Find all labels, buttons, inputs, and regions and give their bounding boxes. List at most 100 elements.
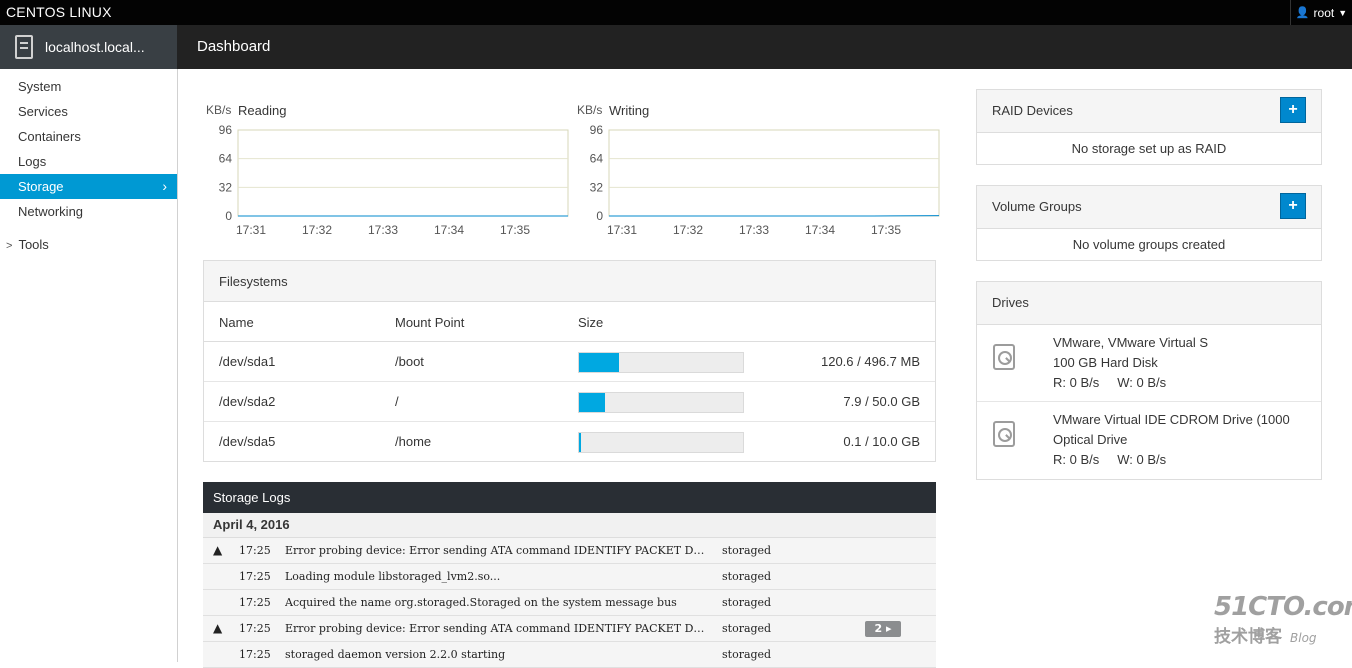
filesystems-title: Filesystems <box>204 261 935 302</box>
drive-description: 100 GB Hard Disk <box>1053 355 1158 370</box>
sidebar-item-label: Containers <box>18 129 81 144</box>
drive-name: VMware Virtual IDE CDROM Drive (1000 <box>1053 412 1290 427</box>
filesystem-size: 7.9 / 50.0 GB <box>843 394 920 409</box>
writing-chart-plot: 966432017:3117:3217:3317:3417:35 <box>574 100 944 240</box>
user-icon: 👤 <box>1296 6 1310 19</box>
y-tick-label: 96 <box>219 123 233 137</box>
log-entry[interactable]: ▲ 17:25 Error probing device: Error sendin… <box>203 616 936 642</box>
drive-write-rate: W: 0 B/s <box>1117 452 1166 467</box>
x-tick-label: 17:31 <box>607 223 637 237</box>
filesystems-panel: Filesystems Name Mount Point Size /dev/s… <box>203 260 936 462</box>
log-source: storaged <box>722 648 771 661</box>
hard-disk-icon <box>993 344 1015 370</box>
sidebar-item-storage[interactable]: Storage› <box>0 174 177 199</box>
usage-bar <box>578 352 744 373</box>
usage-bar-fill <box>579 433 581 452</box>
sidebar-item-label: System <box>18 79 61 94</box>
usage-bar <box>578 392 744 413</box>
column-name: Name <box>219 315 254 330</box>
top-bar: CENTOS LINUX 👤 root ▼ <box>0 0 1352 25</box>
sidebar-item-containers[interactable]: Containers <box>0 124 177 149</box>
x-tick-label: 17:35 <box>500 223 530 237</box>
sidebar-item-tools[interactable]: > Tools <box>0 232 177 257</box>
volume-groups-panel: Volume Groups + No volume groups created <box>976 185 1322 261</box>
table-row[interactable]: /dev/sda5/home0.1 / 10.0 GB <box>204 422 935 462</box>
watermark-line2: 技术博客 <box>1214 627 1282 647</box>
log-time: 17:25 <box>239 622 271 635</box>
reading-chart-plot: 966432017:3117:3217:3317:3417:35 <box>203 100 573 240</box>
drive-write-rate: W: 0 B/s <box>1117 375 1166 390</box>
log-message: Error probing device: Error sending ATA … <box>285 544 705 557</box>
y-tick-label: 64 <box>219 152 233 166</box>
raid-devices-header: RAID Devices + <box>977 90 1321 133</box>
drive-item[interactable]: VMware Virtual IDE CDROM Drive (1000Opti… <box>977 402 1321 479</box>
usage-bar <box>578 432 744 453</box>
column-mount-point: Mount Point <box>395 315 464 330</box>
server-icon <box>15 35 33 59</box>
x-tick-label: 17:34 <box>805 223 835 237</box>
warning-icon: ▲ <box>213 621 222 635</box>
y-tick-label: 96 <box>590 123 604 137</box>
dashboard-link[interactable]: Dashboard <box>197 38 270 55</box>
plot-area <box>238 130 568 216</box>
column-size: Size <box>578 315 603 330</box>
log-source: storaged <box>722 544 771 557</box>
drive-read-rate: R: 0 B/s <box>1053 452 1099 467</box>
volume-groups-title: Volume Groups <box>992 199 1082 214</box>
filesystem-name: /dev/sda1 <box>219 354 275 369</box>
log-entry[interactable]: 17:25storaged daemon version 2.2.0 start… <box>203 642 936 668</box>
drives-panel: Drives VMware, VMware Virtual S100 GB Ha… <box>976 281 1322 480</box>
raid-empty-message: No storage set up as RAID <box>977 133 1321 164</box>
x-tick-label: 17:35 <box>871 223 901 237</box>
log-message: Loading module libstoraged_lvm2.so... <box>285 570 705 583</box>
storage-logs-title[interactable]: Storage Logs <box>203 482 936 513</box>
x-tick-label: 17:33 <box>368 223 398 237</box>
usage-bar-fill <box>579 353 619 372</box>
sidebar-item-label: Tools <box>18 237 48 252</box>
x-tick-label: 17:34 <box>434 223 464 237</box>
host-bar: localhost.local... Dashboard <box>0 25 1352 69</box>
sidebar-item-system[interactable]: System <box>0 74 177 99</box>
table-row[interactable]: /dev/sda1/boot120.6 / 496.7 MB <box>204 342 935 382</box>
log-entry[interactable]: 17:25 Loading module libstoraged_lvm2.so.… <box>203 564 936 590</box>
host-switcher[interactable]: localhost.local... <box>0 25 177 69</box>
y-tick-label: 32 <box>590 180 604 194</box>
log-source: storaged <box>722 570 771 583</box>
y-tick-label: 64 <box>590 152 604 166</box>
filesystem-size: 120.6 / 496.7 MB <box>821 354 920 369</box>
host-name: localhost.local... <box>45 39 145 55</box>
hard-disk-icon <box>993 421 1015 447</box>
sidebar: System Services Containers LogsStorage›Netw… <box>0 69 178 662</box>
user-menu[interactable]: 👤 root ▼ <box>1290 0 1352 25</box>
user-name: root <box>1314 6 1335 20</box>
log-source: storaged <box>722 596 771 609</box>
add-volume-group-button[interactable]: + <box>1280 193 1306 219</box>
usage-bar-fill <box>579 393 605 412</box>
sidebar-item-networking[interactable]: Networking <box>0 199 177 224</box>
drive-item[interactable]: VMware, VMware Virtual S100 GB Hard Disk… <box>977 325 1321 402</box>
chevron-right-icon: › <box>162 174 167 199</box>
chevron-right-icon: > <box>6 240 12 252</box>
watermark: 51CTO.com 技术博客Blog <box>1214 592 1352 647</box>
sidebar-item-logs[interactable]: Logs <box>0 149 177 174</box>
watermark-line1: 51CTO.com <box>1214 592 1352 622</box>
writing-chart: KB/s Writing 966432017:3117:3217:3317:34… <box>574 100 944 240</box>
log-entry[interactable]: ▲17:25Error probing device: Error sendin… <box>203 538 936 564</box>
x-tick-label: 17:32 <box>673 223 703 237</box>
y-tick-label: 32 <box>219 180 233 194</box>
reading-chart: KB/s Reading 966432017:3117:3217:3317:34… <box>203 100 573 240</box>
volume-groups-empty-message: No volume groups created <box>977 229 1321 260</box>
log-time: 17:25 <box>239 570 271 583</box>
log-time: 17:25 <box>239 596 271 609</box>
table-row[interactable]: /dev/sda2/7.9 / 50.0 GB <box>204 382 935 422</box>
sidebar-item-services[interactable]: Services <box>0 99 177 124</box>
log-message: Error probing device: Error sending ATA … <box>285 622 705 635</box>
add-raid-button[interactable]: + <box>1280 97 1306 123</box>
log-entry[interactable]: 17:25 Acquired the name org.storaged.Stor… <box>203 590 936 616</box>
filesystem-mount-point: /home <box>395 434 431 449</box>
log-message: Acquired the name org.storaged.Storaged … <box>285 596 705 609</box>
log-date: April 4, 2016 <box>203 513 936 538</box>
volume-groups-header: Volume Groups + <box>977 186 1321 229</box>
log-source: storaged <box>722 622 771 635</box>
log-count-badge[interactable]: 2 ▸ <box>865 621 901 637</box>
